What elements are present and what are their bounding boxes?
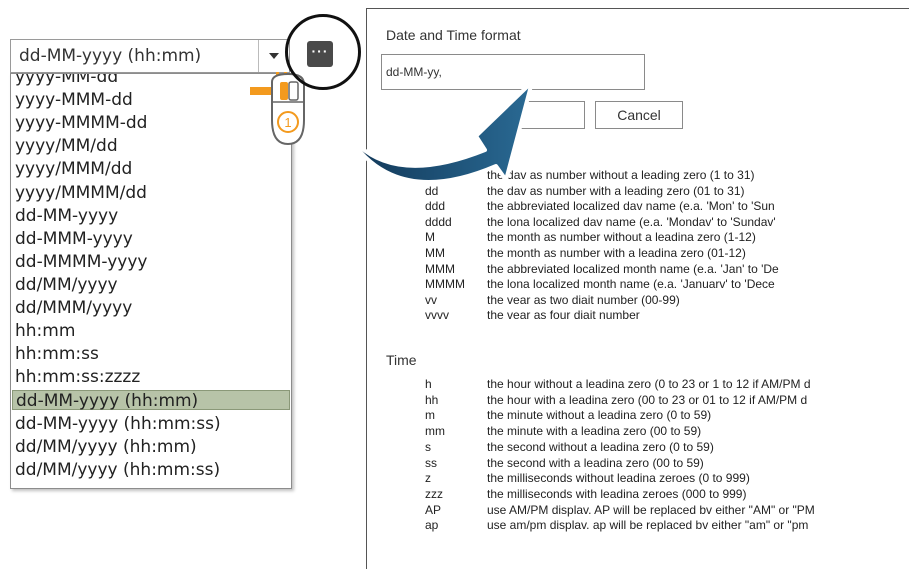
format-code: ss [425, 455, 437, 470]
format-code: z [425, 471, 431, 486]
dropdown-option[interactable]: yyyy/MMMM/dd [12, 183, 290, 203]
time-heading: Time [386, 352, 417, 368]
format-code: s [425, 439, 431, 454]
format-description: the abbreviated localized month name (e.… [487, 261, 779, 276]
format-description: the month as number without a leadina ze… [487, 230, 756, 245]
format-description: the second with a leadina zero (00 to 59… [487, 455, 704, 470]
format-code: ap [425, 518, 439, 533]
curved-arrow-icon [326, 80, 534, 184]
format-description: the hour without a leadina zero (0 to 23… [487, 377, 811, 391]
mouse-step-number: 1 [284, 115, 291, 130]
format-code: MM [425, 246, 445, 260]
format-code: MMMM [425, 277, 465, 292]
format-code: m [425, 408, 435, 423]
format-code: vv [425, 292, 437, 307]
format-description: use am/pm displav. ap will be replaced b… [487, 518, 809, 533]
dropdown-option[interactable]: dd/MM/yyyy (hh:mm:ss) [12, 460, 290, 480]
format-description: the minute without a leadina zero (0 to … [487, 408, 712, 423]
format-description: use AM/PM displav. AP will be replaced b… [487, 502, 815, 517]
dropdown-option[interactable]: dd-MMM-yyyy [12, 229, 290, 249]
format-description: the second without a leadina zero (0 to … [487, 439, 714, 454]
format-code: mm [425, 424, 445, 439]
format-code: MMM [425, 261, 455, 276]
format-description: the milliseconds without leadina zeroes … [487, 471, 750, 486]
dropdown-option[interactable]: dd/MM/yyyy [12, 275, 290, 295]
format-description: the vear as two diait number (00-99) [487, 292, 680, 307]
format-description: the minute with a leadina zero (00 to 59… [487, 424, 702, 439]
format-description: the vear as four diait number [487, 308, 640, 323]
dropdown-option[interactable]: dd/MMM/yyyy [12, 298, 290, 318]
dropdown-option[interactable]: dd-MM-yyyy (hh:mm:ss) [12, 414, 290, 434]
format-description: the lona localized month name (e.a. 'Jan… [487, 277, 775, 292]
dropdown-option[interactable]: dd-MM-yyyy (hh:mm) [12, 390, 290, 411]
date-format-combobox[interactable]: dd-MM-yyyy (hh:mm) [10, 39, 290, 73]
dropdown-option[interactable]: dd/MM/yyyy (hh:mm) [12, 437, 290, 457]
dropdown-option[interactable]: hh:mm:ss [12, 344, 290, 364]
format-code: M [425, 230, 435, 245]
cancel-button[interactable]: Cancel [595, 101, 683, 129]
format-description: the hour with a leadina zero (00 to 23 o… [487, 392, 808, 407]
format-code: AP [425, 502, 442, 517]
dropdown-option[interactable]: dd-MM-yyyy [12, 206, 290, 226]
format-code: hh [425, 392, 439, 407]
chevron-down-icon [269, 53, 279, 59]
format-description: the month as number with a leadina zero … [487, 246, 746, 260]
format-code: h [425, 377, 432, 391]
format-code: vvvv [425, 308, 449, 323]
dropdown-option[interactable]: dd-MMMM-yyyy [12, 252, 290, 272]
format-description: the milliseconds with leadina zeroes (00… [487, 486, 747, 501]
dropdown-option[interactable]: hh:mm [12, 321, 290, 341]
format-code: zzz [425, 486, 443, 501]
dropdown-option[interactable]: hh:mm:ss:zzzz [12, 367, 290, 387]
combobox-value: dd-MM-yyyy (hh:mm) [19, 46, 202, 66]
dropdown-option[interactable]: yyyy/MMM/dd [12, 159, 290, 179]
